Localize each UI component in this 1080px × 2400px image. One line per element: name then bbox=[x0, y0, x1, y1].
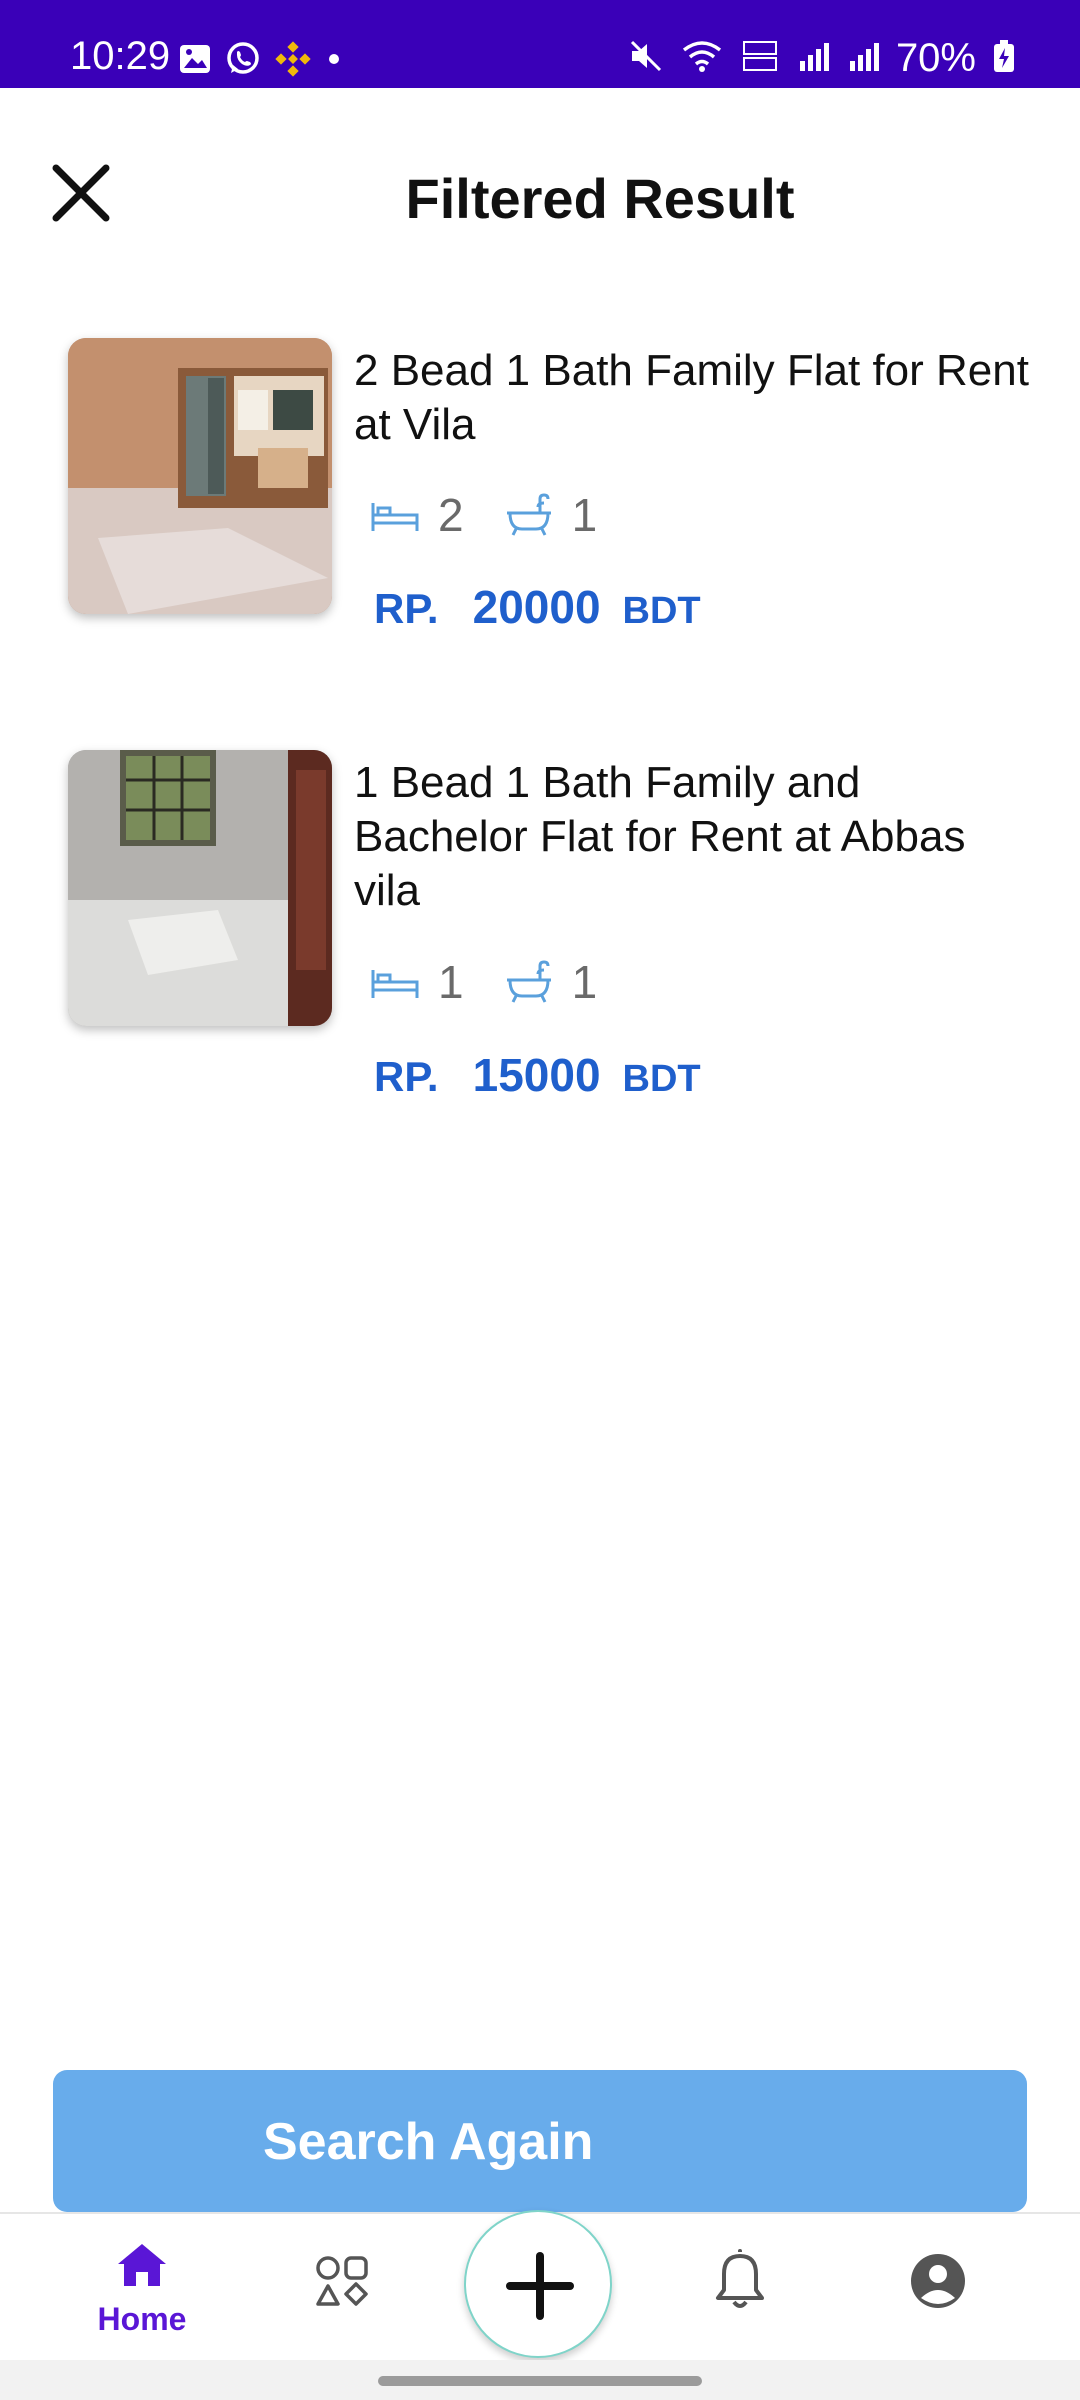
price-amount: 15000 bbox=[472, 1049, 601, 1101]
price-prefix: RP. bbox=[374, 585, 439, 632]
wifi-icon bbox=[680, 38, 724, 79]
notification-icons bbox=[178, 40, 344, 83]
price-currency: BDT bbox=[622, 590, 701, 632]
signal-icon-1 bbox=[796, 39, 830, 78]
listing-price: RP. 15000 BDT bbox=[374, 1048, 701, 1102]
nav-notifications[interactable] bbox=[680, 2242, 800, 2352]
baths-spec: 1 bbox=[504, 488, 598, 542]
price-currency: BDT bbox=[622, 1058, 701, 1100]
beds-count: 2 bbox=[438, 489, 464, 541]
gallery-icon bbox=[178, 42, 212, 81]
add-icon bbox=[506, 2252, 574, 2320]
bathtub-icon bbox=[506, 493, 551, 536]
home-indicator[interactable] bbox=[378, 2376, 702, 2386]
listing-card[interactable]: 2 Bead 1 Bath Family Flat for Rent at Vi… bbox=[68, 338, 1029, 638]
binance-icon bbox=[274, 40, 312, 83]
price-amount: 20000 bbox=[472, 581, 601, 633]
volte-icon bbox=[740, 38, 780, 79]
listing-price: RP. 20000 BDT bbox=[374, 580, 701, 634]
header: Filtered Result bbox=[0, 88, 1080, 308]
categories-icon bbox=[316, 2256, 368, 2306]
whatsapp-icon bbox=[224, 40, 262, 83]
profile-icon bbox=[911, 2254, 965, 2308]
status-time: 10:29 bbox=[70, 34, 171, 78]
beds-spec: 2 bbox=[370, 488, 464, 542]
search-again-button[interactable]: Search Again bbox=[53, 2070, 1027, 2212]
page-title: Filtered Result bbox=[405, 167, 795, 230]
nav-profile[interactable] bbox=[878, 2242, 998, 2352]
home-icon bbox=[118, 2244, 166, 2286]
baths-count: 1 bbox=[571, 489, 598, 541]
beds-count: 1 bbox=[438, 956, 464, 1008]
listing-card[interactable]: 1 Bead 1 Bath Family and Bachelor Flat f… bbox=[68, 750, 1028, 1110]
baths-spec: 1 bbox=[504, 955, 598, 1009]
signal-icon-2 bbox=[846, 39, 880, 78]
dot-icon bbox=[324, 49, 344, 74]
search-again-label: Search Again bbox=[263, 2113, 594, 2171]
bell-icon bbox=[716, 2249, 764, 2308]
nav-home-label: Home bbox=[97, 2301, 187, 2337]
battery-percent: 70% bbox=[895, 36, 976, 80]
system-icons: 70% bbox=[628, 36, 1016, 81]
bed-icon bbox=[371, 503, 419, 531]
bed-icon bbox=[371, 970, 419, 998]
baths-count: 1 bbox=[571, 956, 598, 1008]
listing-specs: 2 1 bbox=[370, 488, 637, 542]
add-listing-button[interactable] bbox=[464, 2210, 612, 2358]
nav-home[interactable]: Home bbox=[82, 2242, 202, 2352]
mute-icon bbox=[628, 38, 664, 79]
bottom-nav: Home bbox=[0, 2210, 1080, 2360]
listing-specs: 1 1 bbox=[370, 955, 637, 1009]
status-bar: 10:29 70% bbox=[0, 0, 1080, 88]
listing-photo bbox=[68, 338, 332, 614]
nav-categories[interactable] bbox=[282, 2242, 402, 2352]
bathtub-icon bbox=[506, 960, 551, 1003]
listing-photo bbox=[68, 750, 332, 1026]
listing-title: 1 Bead 1 Bath Family and Bachelor Flat f… bbox=[354, 758, 966, 915]
listing-title: 2 Bead 1 Bath Family Flat for Rent at Vi… bbox=[354, 346, 1029, 449]
battery-charging-icon bbox=[992, 38, 1016, 79]
beds-spec: 1 bbox=[370, 955, 464, 1009]
price-prefix: RP. bbox=[374, 1053, 439, 1100]
